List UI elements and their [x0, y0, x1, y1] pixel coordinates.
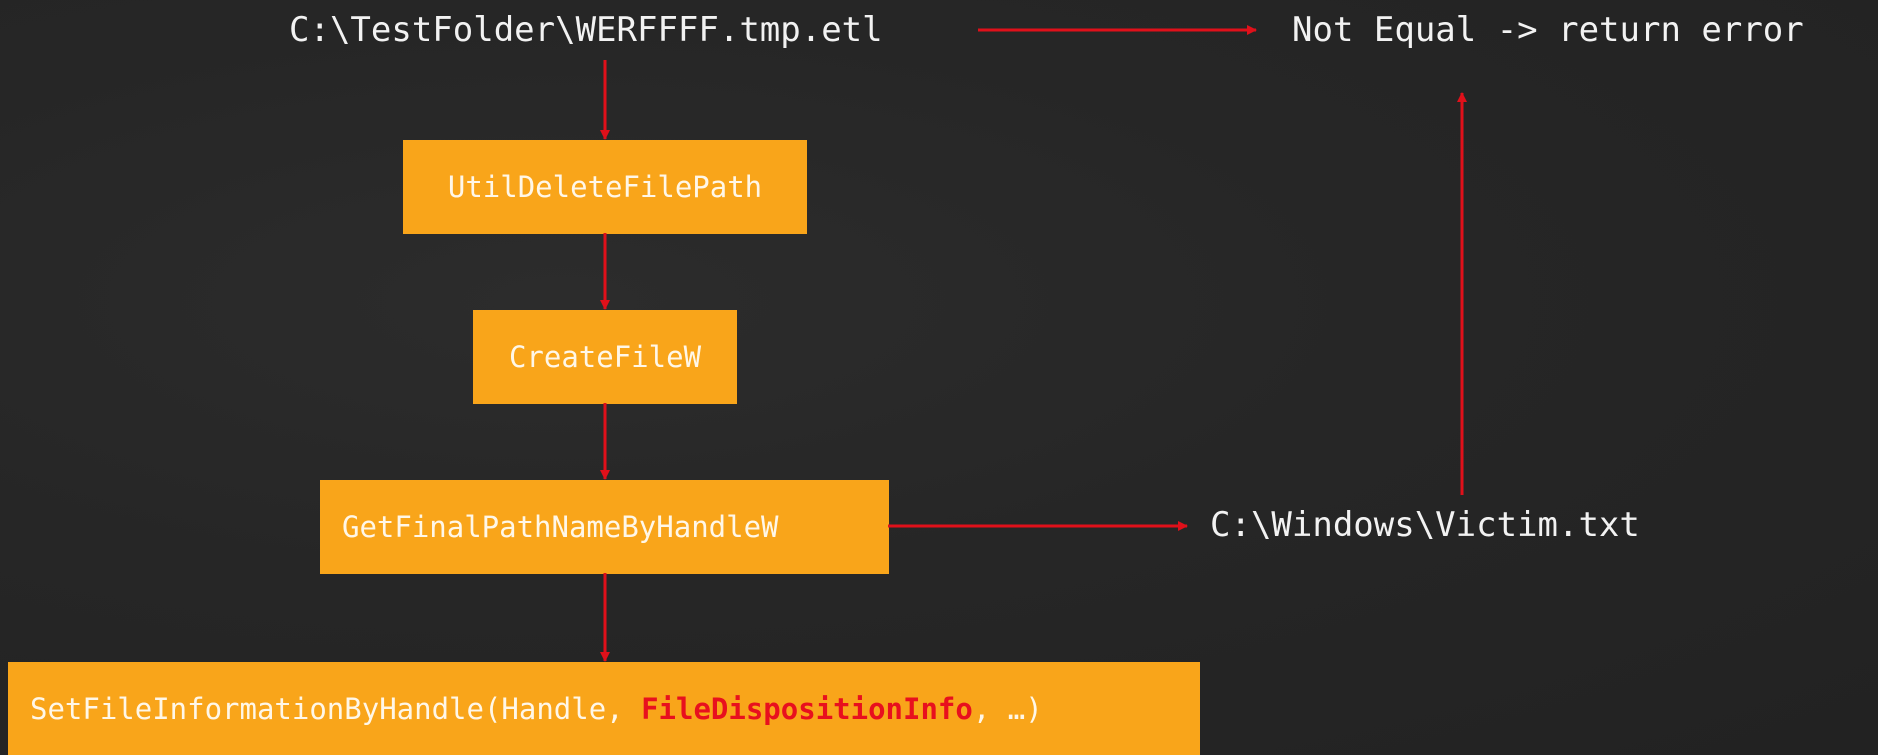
resolved-path-label: C:\Windows\Victim.txt — [1210, 505, 1640, 545]
flow-diagram: C:\TestFolder\WERFFFF.tmp.etl Not Equal … — [0, 0, 1878, 755]
set-file-information-prefix: SetFileInformationByHandle(Handle, — [30, 691, 642, 726]
get-final-path-box: GetFinalPathNameByHandleW — [320, 480, 889, 574]
set-file-information-label: SetFileInformationByHandle(Handle, FileD… — [30, 692, 1043, 726]
source-path-label: C:\TestFolder\WERFFFF.tmp.etl — [289, 10, 883, 50]
util-delete-file-path-label: UtilDeleteFilePath — [447, 170, 763, 204]
result-label: Not Equal -> return error — [1292, 10, 1804, 50]
create-file-box: CreateFileW — [473, 310, 737, 404]
get-final-path-label: GetFinalPathNameByHandleW — [342, 510, 779, 544]
set-file-information-box: SetFileInformationByHandle(Handle, FileD… — [8, 662, 1200, 755]
create-file-label: CreateFileW — [508, 340, 702, 374]
connector-arrows — [600, 25, 1467, 662]
util-delete-file-path-box: UtilDeleteFilePath — [403, 140, 807, 234]
set-file-information-suffix: , …) — [972, 691, 1043, 726]
file-disposition-info-highlight: FileDispositionInfo — [641, 691, 973, 726]
